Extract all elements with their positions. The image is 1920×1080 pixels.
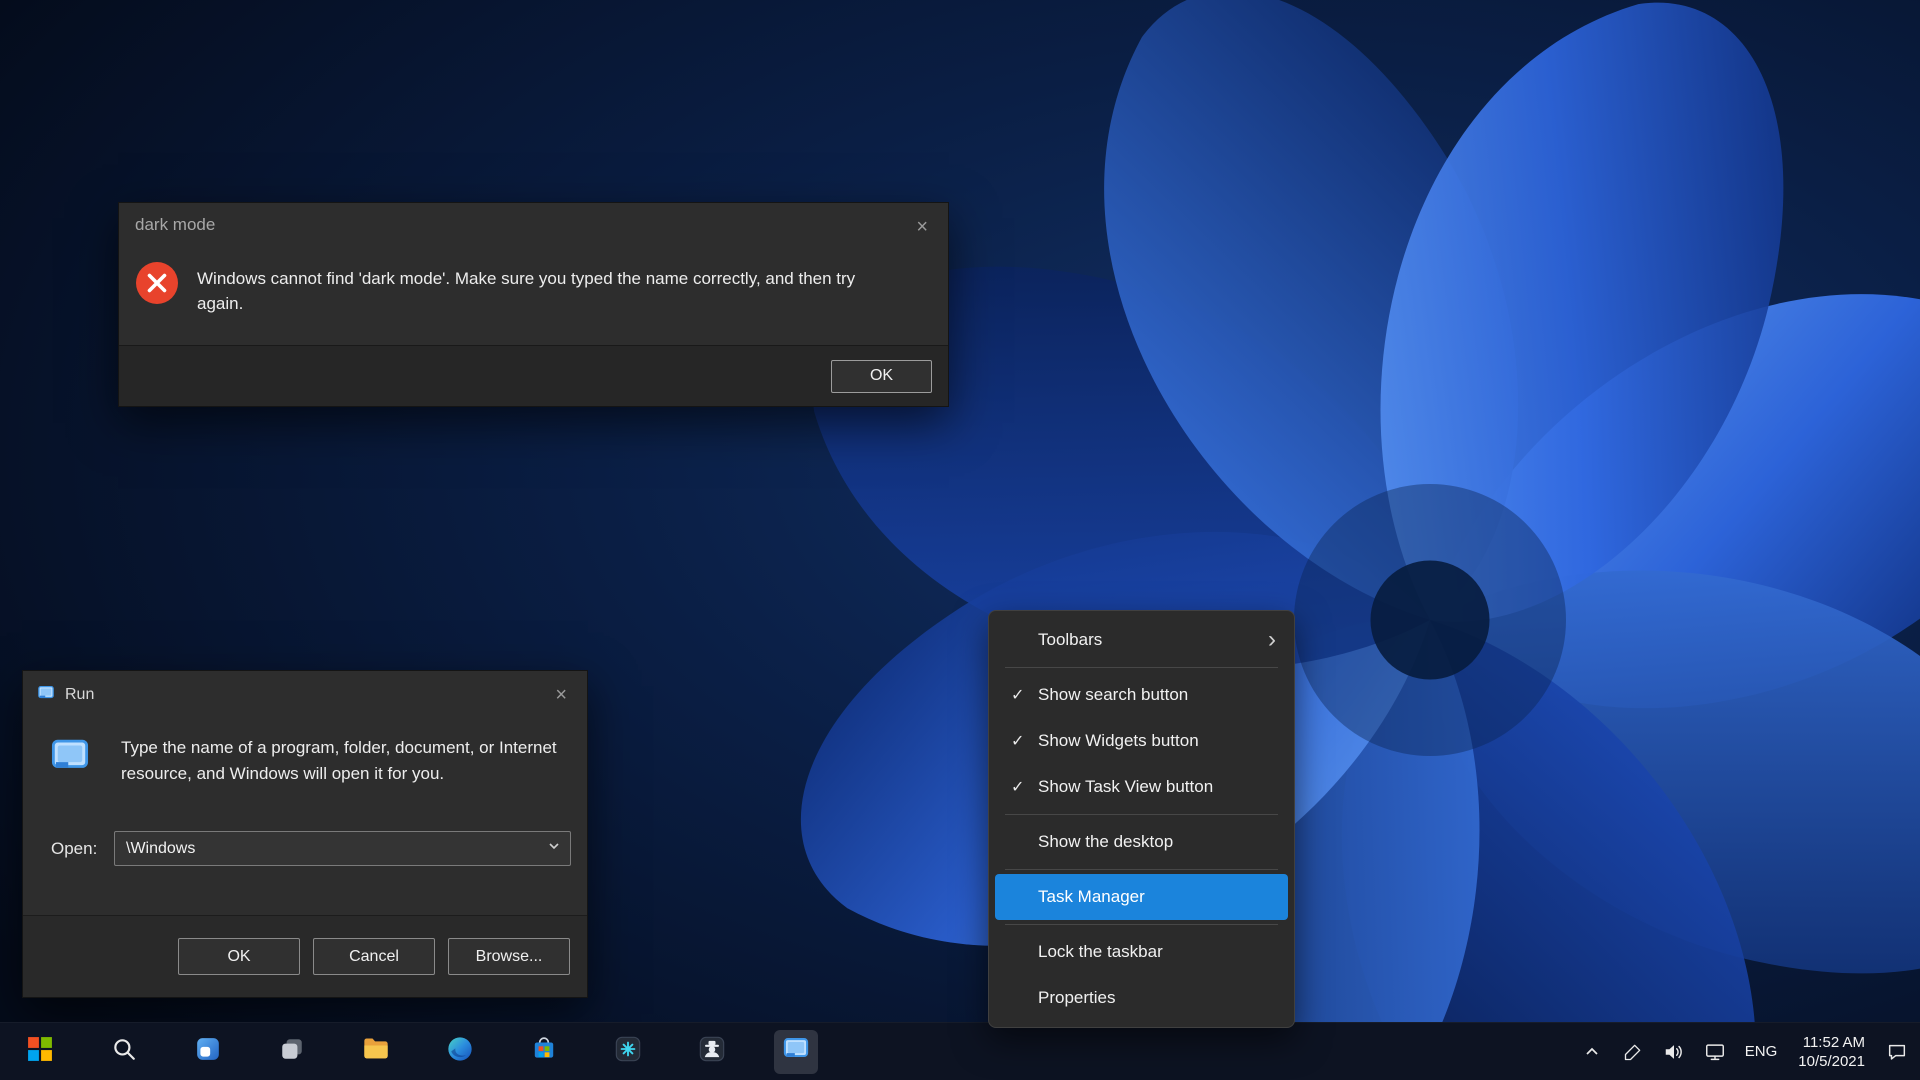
error-dialog-body: Windows cannot find 'dark mode'. Make su…: [135, 261, 859, 316]
taskbar-context-menu: Toolbars › ✓ Show search button ✓ Show W…: [988, 610, 1295, 1028]
menu-item-lock-the-taskbar[interactable]: Lock the taskbar: [995, 929, 1288, 975]
run-description: Type the name of a program, folder, docu…: [121, 738, 557, 783]
menu-separator: [1005, 667, 1278, 668]
network-icon: [1705, 1043, 1724, 1060]
run-dialog: Run × Type the name of a program, folder…: [22, 670, 588, 998]
widgets-button[interactable]: [186, 1030, 230, 1074]
taskbar-icons: [18, 1023, 818, 1080]
menu-item-properties[interactable]: Properties: [995, 975, 1288, 1021]
start-button[interactable]: [18, 1030, 62, 1074]
desktop: dark mode × Windows cannot find 'dark mo…: [0, 0, 1920, 1080]
close-icon[interactable]: ×: [910, 215, 934, 239]
file-explorer-button[interactable]: [354, 1030, 398, 1074]
taskbar: ENG 11:52 AM 10/5/2021: [0, 1022, 1920, 1080]
run-dialog-titlebar: Run ×: [23, 671, 587, 707]
sparkle-app-icon: [614, 1035, 642, 1068]
ok-button[interactable]: OK: [178, 938, 300, 975]
chevron-down-icon: [547, 839, 561, 858]
menu-separator: [1005, 869, 1278, 870]
agent-app-button[interactable]: [690, 1030, 734, 1074]
system-tray: ENG 11:52 AM 10/5/2021: [1579, 1023, 1910, 1080]
clock-date: 10/5/2021: [1798, 1052, 1865, 1070]
cancel-button[interactable]: Cancel: [313, 938, 435, 975]
chevron-up-icon: [1586, 1047, 1598, 1055]
run-dialog-body: Type the name of a program, folder, docu…: [49, 735, 563, 787]
chat-bubble-icon: [1888, 1044, 1906, 1060]
menu-item-show-task-view-button[interactable]: ✓ Show Task View button: [995, 764, 1288, 810]
error-dialog-titlebar: dark mode ×: [119, 203, 948, 239]
pen-icon: [1624, 1044, 1641, 1060]
sparkle-app-button[interactable]: [606, 1030, 650, 1074]
edge-button[interactable]: [438, 1030, 482, 1074]
open-label: Open:: [51, 838, 98, 858]
menu-item-show-widgets-button[interactable]: ✓ Show Widgets button: [995, 718, 1288, 764]
menu-separator: [1005, 814, 1278, 815]
error-dialog-footer: OK: [119, 345, 948, 406]
microsoft-store-icon: [531, 1036, 557, 1067]
store-button[interactable]: [522, 1030, 566, 1074]
error-dialog: dark mode × Windows cannot find 'dark mo…: [118, 202, 949, 407]
open-combobox-value: \Windows: [126, 839, 196, 857]
submenu-chevron-icon: ›: [1268, 626, 1276, 654]
windows-logo-icon: [27, 1036, 53, 1067]
pen-tray-button[interactable]: [1620, 1032, 1646, 1072]
edge-browser-icon: [446, 1035, 474, 1068]
run-dialog-title: Run: [65, 686, 95, 703]
ok-button[interactable]: OK: [831, 359, 932, 393]
language-indicator[interactable]: ENG: [1743, 1043, 1780, 1060]
run-app-icon: [782, 1035, 810, 1068]
menu-item-task-manager[interactable]: Task Manager: [995, 874, 1288, 920]
menu-item-toolbars[interactable]: Toolbars ›: [995, 617, 1288, 663]
run-window-icon: [37, 684, 55, 707]
volume-tray-button[interactable]: [1661, 1032, 1687, 1072]
checkmark-icon: ✓: [1011, 779, 1025, 796]
hidden-icons-button[interactable]: [1579, 1032, 1605, 1072]
task-view-button[interactable]: [270, 1030, 314, 1074]
error-icon: [135, 261, 179, 310]
menu-item-show-the-desktop[interactable]: Show the desktop: [995, 819, 1288, 865]
task-view-icon: [279, 1036, 305, 1067]
menu-separator: [1005, 924, 1278, 925]
menu-item-show-search-button[interactable]: ✓ Show search button: [995, 672, 1288, 718]
run-dialog-footer: OK Cancel Browse...: [23, 915, 587, 997]
close-icon[interactable]: ×: [549, 683, 573, 707]
run-app-button[interactable]: [774, 1029, 818, 1074]
folder-icon: [362, 1035, 390, 1068]
checkmark-icon: ✓: [1011, 687, 1025, 704]
error-message: Windows cannot find 'dark mode'. Make su…: [197, 269, 856, 313]
agent-app-icon: [698, 1035, 726, 1068]
clock-time: 11:52 AM: [1802, 1033, 1865, 1051]
volume-icon: [1665, 1044, 1682, 1059]
checkmark-icon: ✓: [1011, 733, 1025, 750]
run-window-icon-large: [49, 735, 91, 782]
widgets-icon: [195, 1036, 221, 1067]
search-button[interactable]: [102, 1030, 146, 1074]
network-tray-button[interactable]: [1702, 1032, 1728, 1072]
search-icon: [111, 1036, 137, 1067]
error-dialog-title: dark mode: [135, 215, 216, 234]
open-row: Open: \Windows: [51, 831, 571, 866]
clock[interactable]: 11:52 AM 10/5/2021: [1794, 1033, 1869, 1071]
browse-button[interactable]: Browse...: [448, 938, 570, 975]
notifications-button[interactable]: [1884, 1032, 1910, 1072]
open-combobox[interactable]: \Windows: [114, 831, 571, 866]
